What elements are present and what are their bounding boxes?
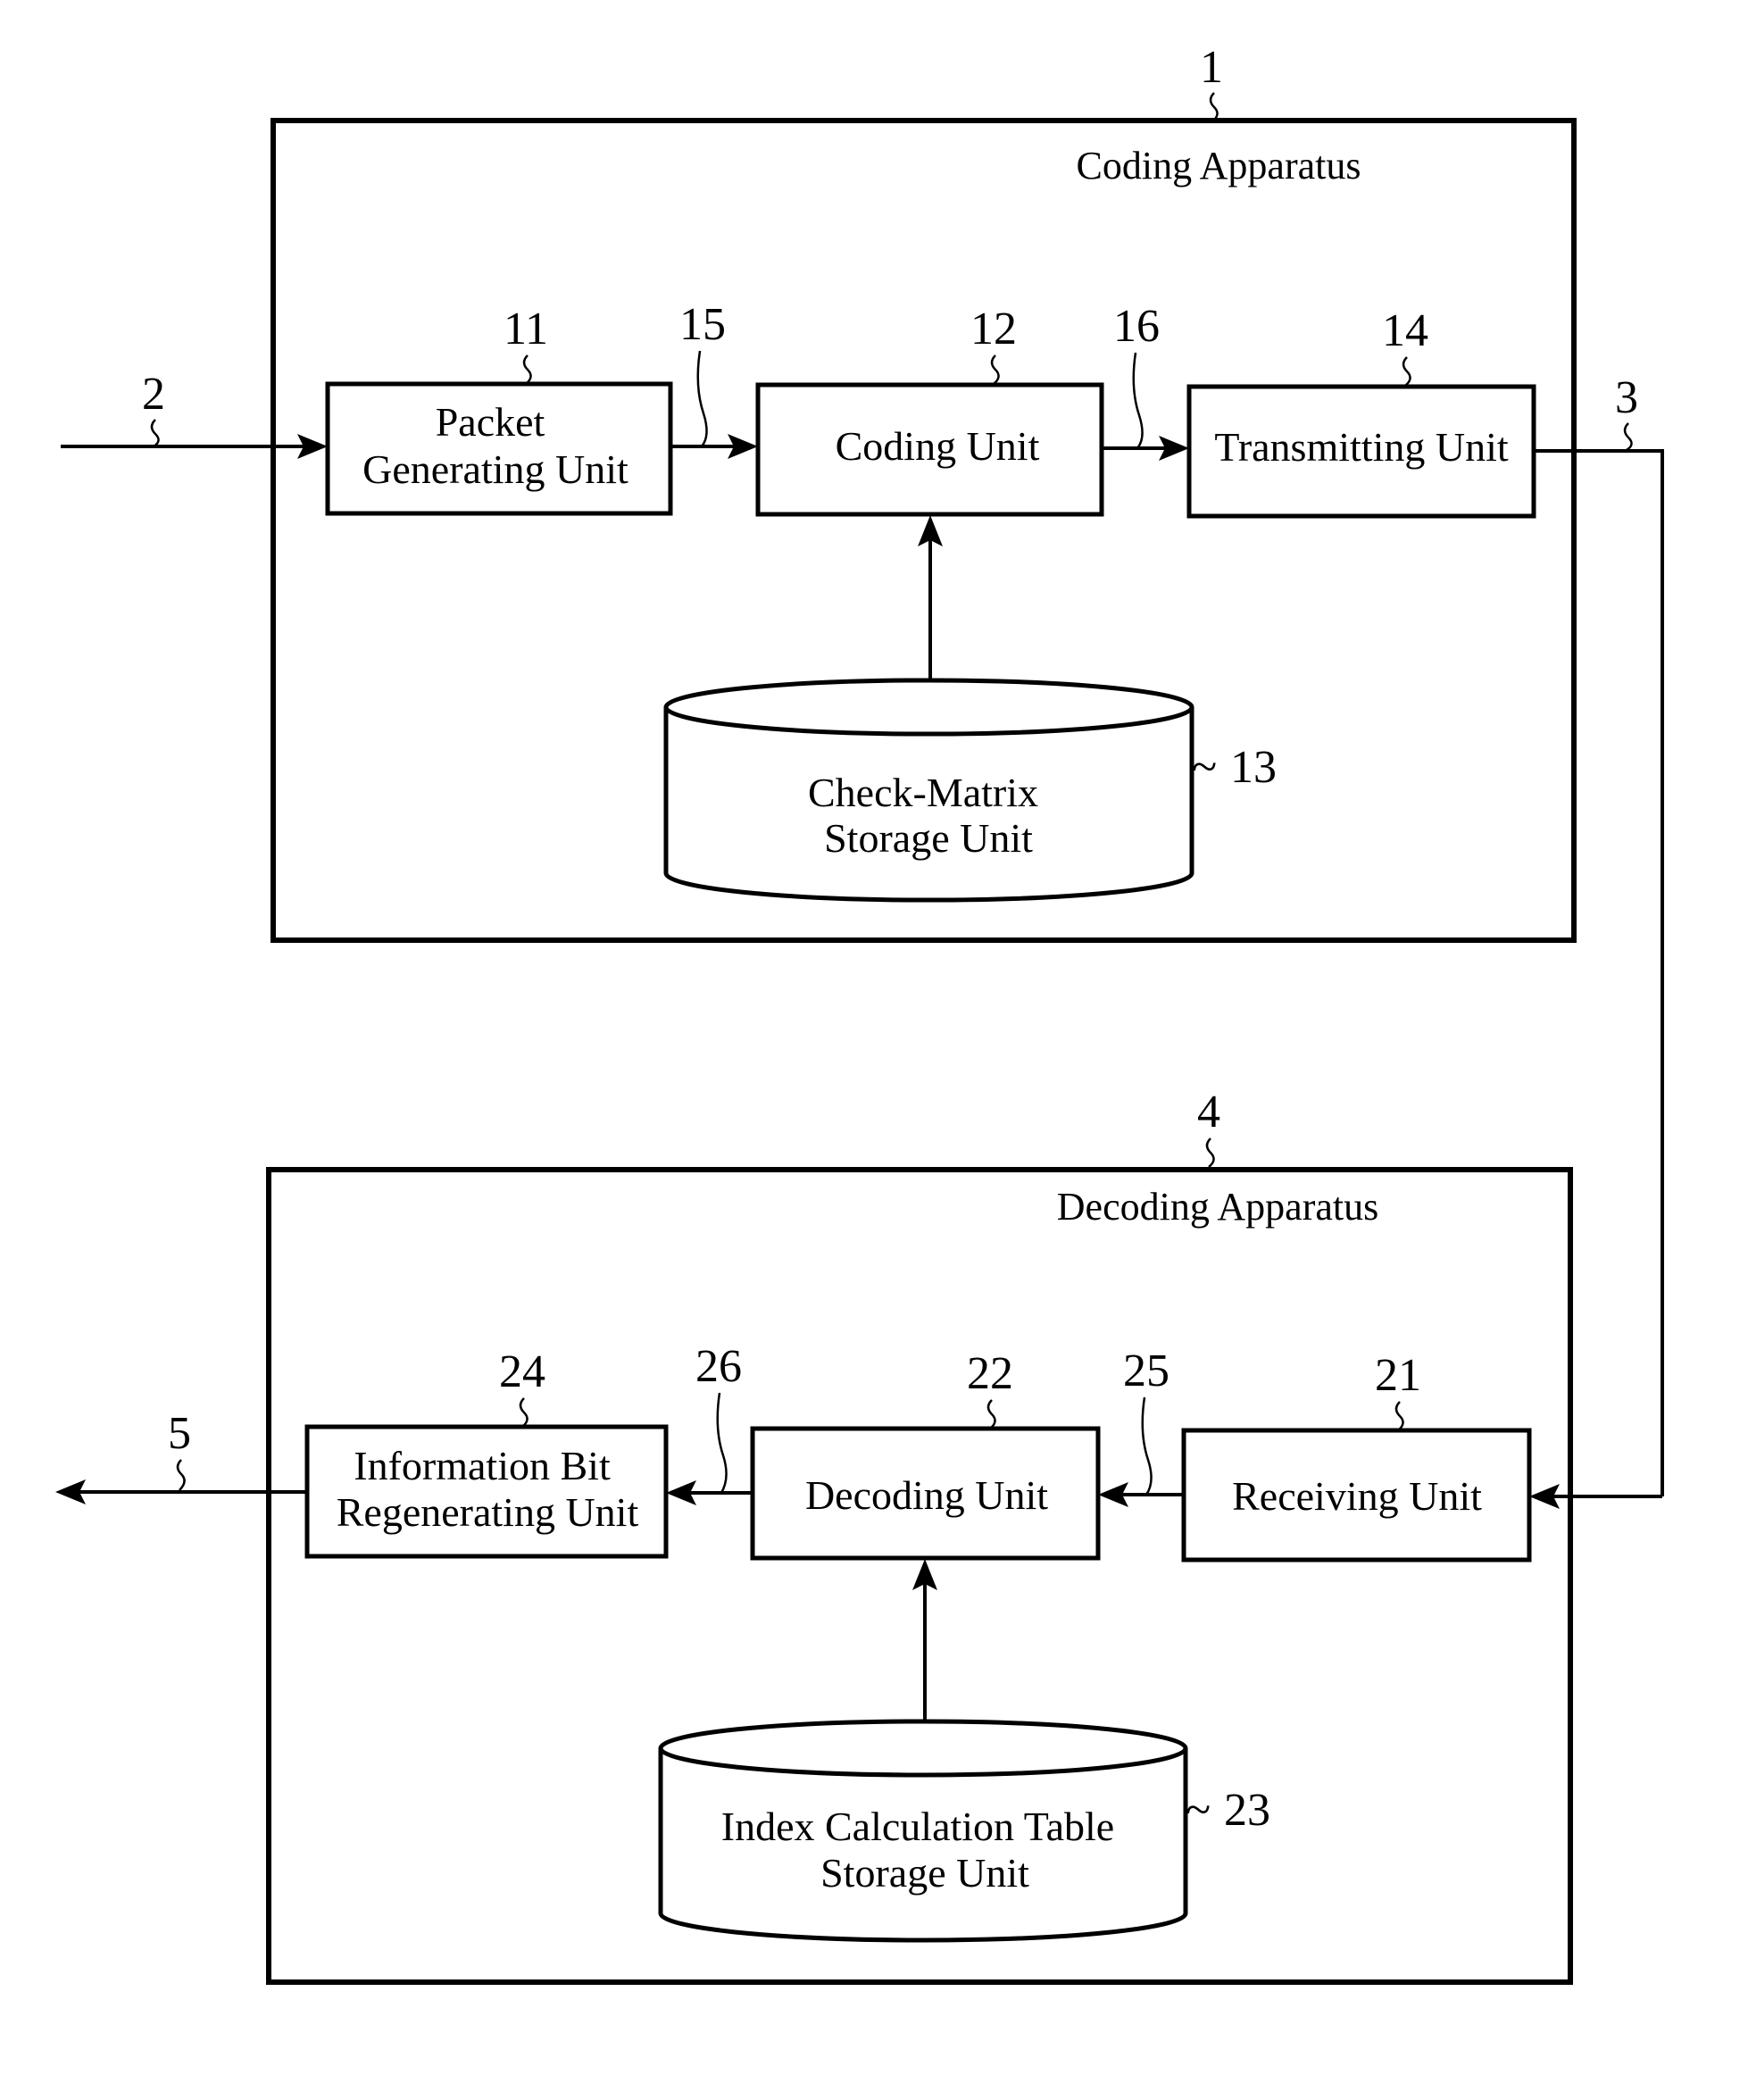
ref-label-2: 2 [142,369,165,420]
decoding-unit[interactable]: Decoding Unit 22 [750,1348,1101,1561]
leader-curve [716,1392,728,1494]
index-calculation-table-storage-unit[interactable]: Index Calculation Table Storage Unit ~ 2… [658,1719,1270,1943]
packet-generating-unit[interactable]: Packet Generating Unit 11 [325,304,673,516]
information-bit-regenerating-label-1: Information Bit [354,1443,611,1488]
information-bit-regenerating-unit[interactable]: Information Bit Regenerating Unit 24 [304,1346,669,1559]
ref-label-14: 14 [1382,305,1428,356]
decoding-apparatus: 4 Decoding Apparatus Receiving Unit 21 2… [55,1087,1662,1985]
ref-label-26: 26 [695,1341,742,1392]
leader-squiggle [1394,1401,1404,1431]
ref-label-5: 5 [168,1408,191,1459]
leader-squiggle [990,354,1000,385]
coding-apparatus: 1 Coding Apparatus 2 Packet Generating U… [61,42,1664,1496]
information-bit-regenerating-label-2: Regenerating Unit [337,1489,639,1535]
leader-squiggle [1205,1138,1215,1168]
ref-label-22: 22 [967,1348,1013,1399]
coding-unit[interactable]: Coding Unit 12 [755,304,1104,517]
leader-curve [1132,352,1144,449]
tilde-connector: ~ [1186,1785,1211,1836]
ref-label-24: 24 [499,1346,545,1397]
leader-curve [696,350,708,447]
transmitting-unit[interactable]: Transmitting Unit 14 [1186,305,1536,519]
leader-squiggle [1623,422,1633,452]
ref-label-1: 1 [1200,42,1223,93]
ref-label-23: 23 [1224,1785,1270,1836]
ref-label-25: 25 [1123,1346,1169,1396]
leader-squiggle [150,419,160,448]
leader-squiggle [519,1397,529,1428]
leader-squiggle [986,1399,996,1429]
tilde-connector: ~ [1192,742,1217,793]
ref-label-16: 16 [1113,301,1160,352]
check-matrix-storage-label-2: Storage Unit [824,815,1033,861]
ref-label-21: 21 [1375,1350,1421,1401]
decoding-apparatus-title: Decoding Apparatus [1057,1185,1378,1229]
check-matrix-storage-unit[interactable]: Check-Matrix Storage Unit ~ 13 [663,678,1277,903]
leader-squiggle [176,1459,186,1491]
leader-squiggle [522,354,532,385]
decoding-unit-label: Decoding Unit [805,1472,1048,1518]
coding-unit-label: Coding Unit [836,423,1040,469]
coding-apparatus-title: Coding Apparatus [1077,144,1361,188]
leader-squiggle [1209,92,1219,122]
transmission-line [1534,449,1664,1496]
leader-squiggle [1402,356,1411,387]
packet-generating-unit-label-2: Generating Unit [362,446,628,492]
index-calculation-storage-label-1: Index Calculation Table [721,1804,1114,1849]
receiving-unit-label: Receiving Unit [1232,1473,1482,1519]
transmitting-unit-label: Transmitting Unit [1214,424,1509,470]
index-calculation-storage-label-2: Storage Unit [820,1850,1029,1896]
ref-label-4: 4 [1197,1087,1220,1138]
ref-label-3: 3 [1615,372,1638,423]
ref-label-15: 15 [679,299,726,350]
leader-curve [1141,1396,1153,1496]
check-matrix-storage-label-1: Check-Matrix [808,770,1038,815]
ref-label-13: 13 [1230,742,1277,793]
ref-label-12: 12 [970,304,1017,354]
receiving-unit[interactable]: Receiving Unit 21 [1181,1350,1532,1562]
block-diagram: 1 Coding Apparatus 2 Packet Generating U… [55,42,1664,1985]
packet-generating-unit-label-1: Packet [436,399,545,445]
ref-label-11: 11 [504,304,548,354]
